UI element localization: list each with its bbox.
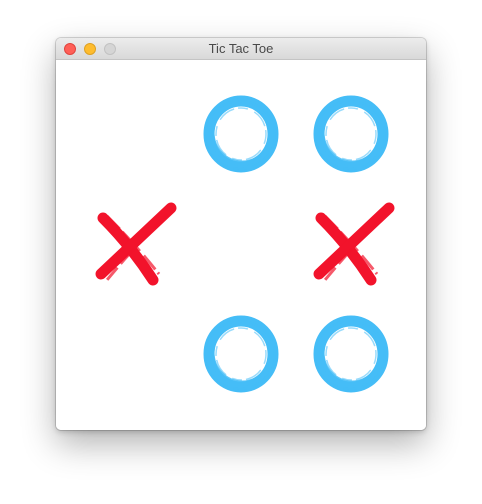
board-cell-r2-c2[interactable] [191,194,291,294]
o-mark-icon [203,315,279,393]
board-cell-r2-c1[interactable] [83,194,183,294]
board-cell-r1-c2[interactable] [191,83,291,183]
game-window: Tic Tac Toe [56,38,426,430]
game-board [56,60,426,430]
board-cell-r1-c1[interactable] [83,83,183,183]
board-cell-r1-c3[interactable] [301,83,401,183]
x-mark-icon [95,202,177,286]
title-bar[interactable]: Tic Tac Toe [56,38,426,60]
o-mark-icon [203,95,279,173]
board-cell-r3-c2[interactable] [191,303,291,403]
board-cell-r3-c1[interactable] [83,303,183,403]
window-title: Tic Tac Toe [208,41,274,56]
board-cell-r2-c3[interactable] [301,194,401,294]
x-mark-icon [313,202,395,286]
o-mark-icon [313,315,389,393]
board-cell-r3-c3[interactable] [301,303,401,403]
o-mark-icon [313,95,389,173]
